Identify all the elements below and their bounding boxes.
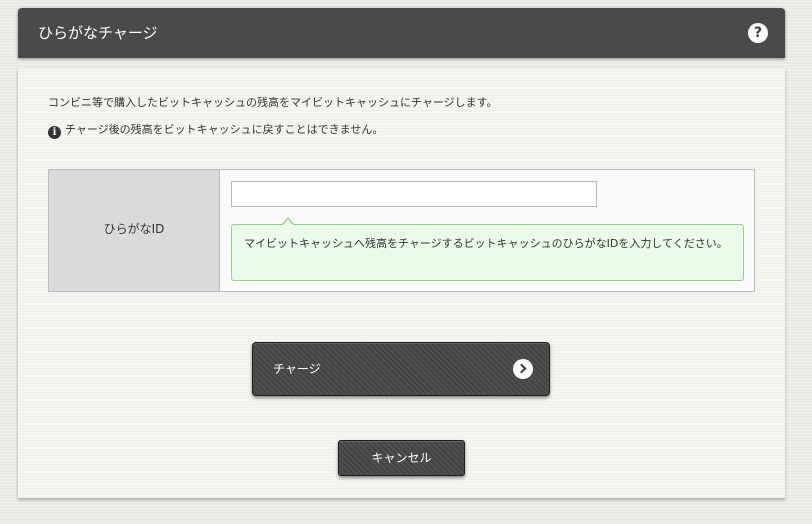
- input-hint-tooltip: マイビットキャッシュへ残高をチャージするビットキャッシュのひらがなIDを入力して…: [231, 217, 744, 281]
- form-table: ひらがなID マイビットキャッシュへ残高をチャージするビットキャッシュのひらがな…: [48, 169, 755, 292]
- charge-panel: コンビニ等で購入したビットキャッシュの残高をマイビットキャッシュにチャージします…: [18, 68, 785, 498]
- chevron-right-icon: [513, 359, 533, 379]
- page-header: ひらがなチャージ ?: [18, 8, 785, 58]
- notice-text: チャージ後の残高をビットキャッシュに戻すことはできません。: [65, 123, 384, 136]
- hiragana-id-label: ひらがなID: [49, 170, 220, 291]
- cancel-button[interactable]: キャンセル: [338, 440, 465, 476]
- help-icon[interactable]: ?: [748, 23, 768, 43]
- notice: i チャージ後の残高をビットキャッシュに戻すことはできません。: [48, 121, 383, 139]
- page-title: ひらがなチャージ: [38, 24, 158, 42]
- description-text: コンビニ等で購入したビットキャッシュの残高をマイビットキャッシュにチャージします…: [48, 96, 498, 109]
- charge-button[interactable]: チャージ: [252, 342, 550, 396]
- hiragana-id-input[interactable]: [231, 181, 597, 207]
- charge-button-label: チャージ: [273, 362, 321, 376]
- info-icon: i: [48, 126, 61, 139]
